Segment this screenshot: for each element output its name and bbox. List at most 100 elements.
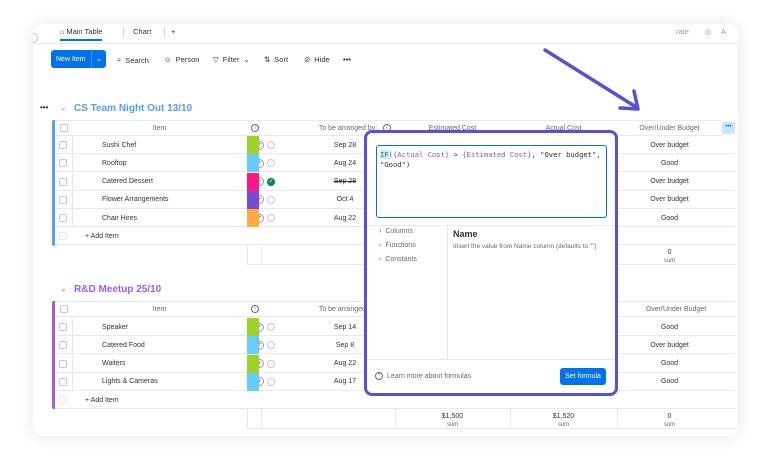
item-name[interactable]: Speaker: [102, 318, 128, 336]
item-name[interactable]: Waiters: [102, 355, 125, 373]
chevron-down-icon[interactable]: ⌄: [60, 284, 67, 293]
integrate-label[interactable]: rate: [676, 27, 689, 36]
row-checkbox-cell[interactable]: [59, 209, 67, 227]
info-icon[interactable]: i: [251, 305, 259, 313]
check-empty-icon[interactable]: [267, 359, 275, 368]
select-all-checkbox-cell[interactable]: [55, 120, 72, 136]
row-checkbox-cell[interactable]: [59, 318, 67, 336]
check-empty-icon[interactable]: [267, 195, 275, 204]
tab-divider: [164, 28, 165, 38]
status-check-cell[interactable]: [267, 154, 275, 172]
filter-icon: ▽: [213, 55, 219, 64]
row-checkbox-cell[interactable]: [59, 173, 67, 191]
row-checkbox[interactable]: [59, 195, 67, 204]
learn-more-link[interactable]: ? Learn more about formulas: [375, 372, 471, 380]
item-name[interactable]: Catered Dessert: [102, 173, 153, 191]
formula-section-columns[interactable]: › Columns: [379, 228, 413, 235]
sort-button[interactable]: ⇅ Sort: [264, 55, 288, 64]
add-view-button[interactable]: +: [171, 27, 175, 36]
chevron-down-icon[interactable]: ⌄: [92, 55, 106, 63]
select-all-checkbox-cell[interactable]: [55, 301, 72, 317]
item-name[interactable]: Chair Hires: [102, 209, 137, 227]
automate-label[interactable]: A: [721, 27, 726, 36]
status-check-cell[interactable]: [267, 355, 275, 373]
search-button[interactable]: ⌕ Search: [117, 55, 149, 65]
group-title[interactable]: R&D Meetup 25/10: [74, 284, 161, 295]
column-header-item[interactable]: Item: [72, 301, 247, 317]
chevron-down-icon[interactable]: ⌄: [60, 103, 67, 112]
row-checkbox[interactable]: [59, 177, 67, 186]
column-header-over-under-budget[interactable]: Over/Under Budget: [617, 120, 722, 136]
row-checkbox[interactable]: [59, 159, 67, 168]
more-options-button[interactable]: •••: [343, 55, 351, 64]
formula-section-constants[interactable]: › Constants: [379, 256, 417, 263]
status-check-cell[interactable]: [267, 191, 275, 209]
check-done-icon[interactable]: ✓: [267, 177, 275, 186]
item-name[interactable]: Flower Arrangements: [102, 191, 169, 209]
status-check-cell[interactable]: [267, 336, 275, 354]
column-header-label: To be arranged by:: [318, 305, 378, 313]
hide-button[interactable]: ⊘ Hide: [304, 55, 330, 64]
chevron-right-icon: ›: [379, 256, 382, 263]
person-icon: ☺: [164, 55, 172, 64]
chevron-right-icon: ›: [379, 242, 382, 249]
formula-input[interactable]: IF({Actual Cost} > {Estimated Cost}, "Ov…: [376, 145, 607, 218]
divider: [72, 372, 73, 391]
add-item-button[interactable]: + Add Item: [85, 227, 119, 245]
section-label: Functions: [385, 242, 416, 249]
row-checkbox-cell[interactable]: [59, 154, 67, 172]
tab-main-table[interactable]: ⌂ Main Table: [60, 27, 103, 41]
row-checkbox[interactable]: [59, 341, 67, 350]
eye-icon[interactable]: ◎: [705, 27, 712, 36]
status-check-cell[interactable]: [267, 136, 275, 154]
new-item-button[interactable]: New Item ⌄: [51, 50, 106, 68]
view-tabbar: ⌂ Main Table Chart + rate ◎ A: [33, 24, 738, 44]
check-empty-icon[interactable]: [267, 377, 275, 386]
check-empty-icon[interactable]: [267, 214, 275, 223]
budget-sum: 0 sum: [617, 413, 722, 429]
budget-sum-label: sum: [663, 258, 676, 264]
column-header-item[interactable]: Item: [72, 120, 247, 136]
item-name[interactable]: Catered Food: [102, 336, 145, 354]
status-check-cell[interactable]: ✓: [267, 173, 275, 191]
budget-sum-value: 0: [667, 413, 672, 420]
item-name[interactable]: Sushi Chef: [102, 136, 136, 154]
row-checkbox-cell[interactable]: [59, 336, 67, 354]
set-formula-button[interactable]: Set formula: [560, 368, 606, 385]
row-checkbox-cell[interactable]: [59, 191, 67, 209]
item-name[interactable]: Lights & Cameras: [102, 373, 158, 391]
row-checkbox-cell[interactable]: [59, 373, 67, 391]
row-checkbox[interactable]: [59, 377, 67, 386]
select-all-checkbox[interactable]: [59, 124, 68, 132]
chevron-right-icon: ›: [379, 228, 382, 235]
check-empty-icon[interactable]: [267, 341, 275, 350]
status-check-cell[interactable]: [267, 318, 275, 336]
row-checkbox[interactable]: [59, 359, 67, 368]
check-empty-icon[interactable]: [267, 323, 275, 331]
status-check-cell[interactable]: [267, 209, 275, 227]
column-header-over-under-budget[interactable]: Over/Under Budget: [617, 301, 735, 317]
row-checkbox[interactable]: [59, 214, 67, 223]
budget-sum: 0 sum: [617, 249, 722, 265]
item-name[interactable]: Rooftop: [102, 154, 127, 172]
check-empty-icon[interactable]: [267, 141, 275, 149]
group-title[interactable]: CS Team Night Out 13/10: [74, 103, 192, 114]
divider: [72, 336, 73, 355]
row-checkbox-cell[interactable]: [59, 136, 67, 154]
formula-section-functions[interactable]: › Functions: [379, 242, 416, 249]
check-empty-icon[interactable]: [267, 159, 275, 168]
row-checkbox[interactable]: [59, 141, 67, 149]
select-all-checkbox[interactable]: [59, 305, 68, 313]
group-menu-button[interactable]: •••: [40, 103, 48, 112]
add-item-button[interactable]: + Add Item: [85, 391, 119, 409]
person-label: Person: [175, 55, 200, 64]
row-checkbox-cell[interactable]: [59, 355, 67, 373]
tab-chart[interactable]: Chart: [133, 27, 151, 36]
filter-button[interactable]: ▽ Filter ⌄: [213, 55, 250, 64]
person-filter-button[interactable]: ☺ Person: [164, 55, 199, 64]
status-check-cell[interactable]: [267, 373, 275, 391]
info-icon[interactable]: i: [251, 124, 259, 132]
column-menu-button[interactable]: •••: [722, 122, 735, 134]
row-checkbox[interactable]: [59, 323, 67, 331]
item-color-indicator: [247, 336, 259, 355]
